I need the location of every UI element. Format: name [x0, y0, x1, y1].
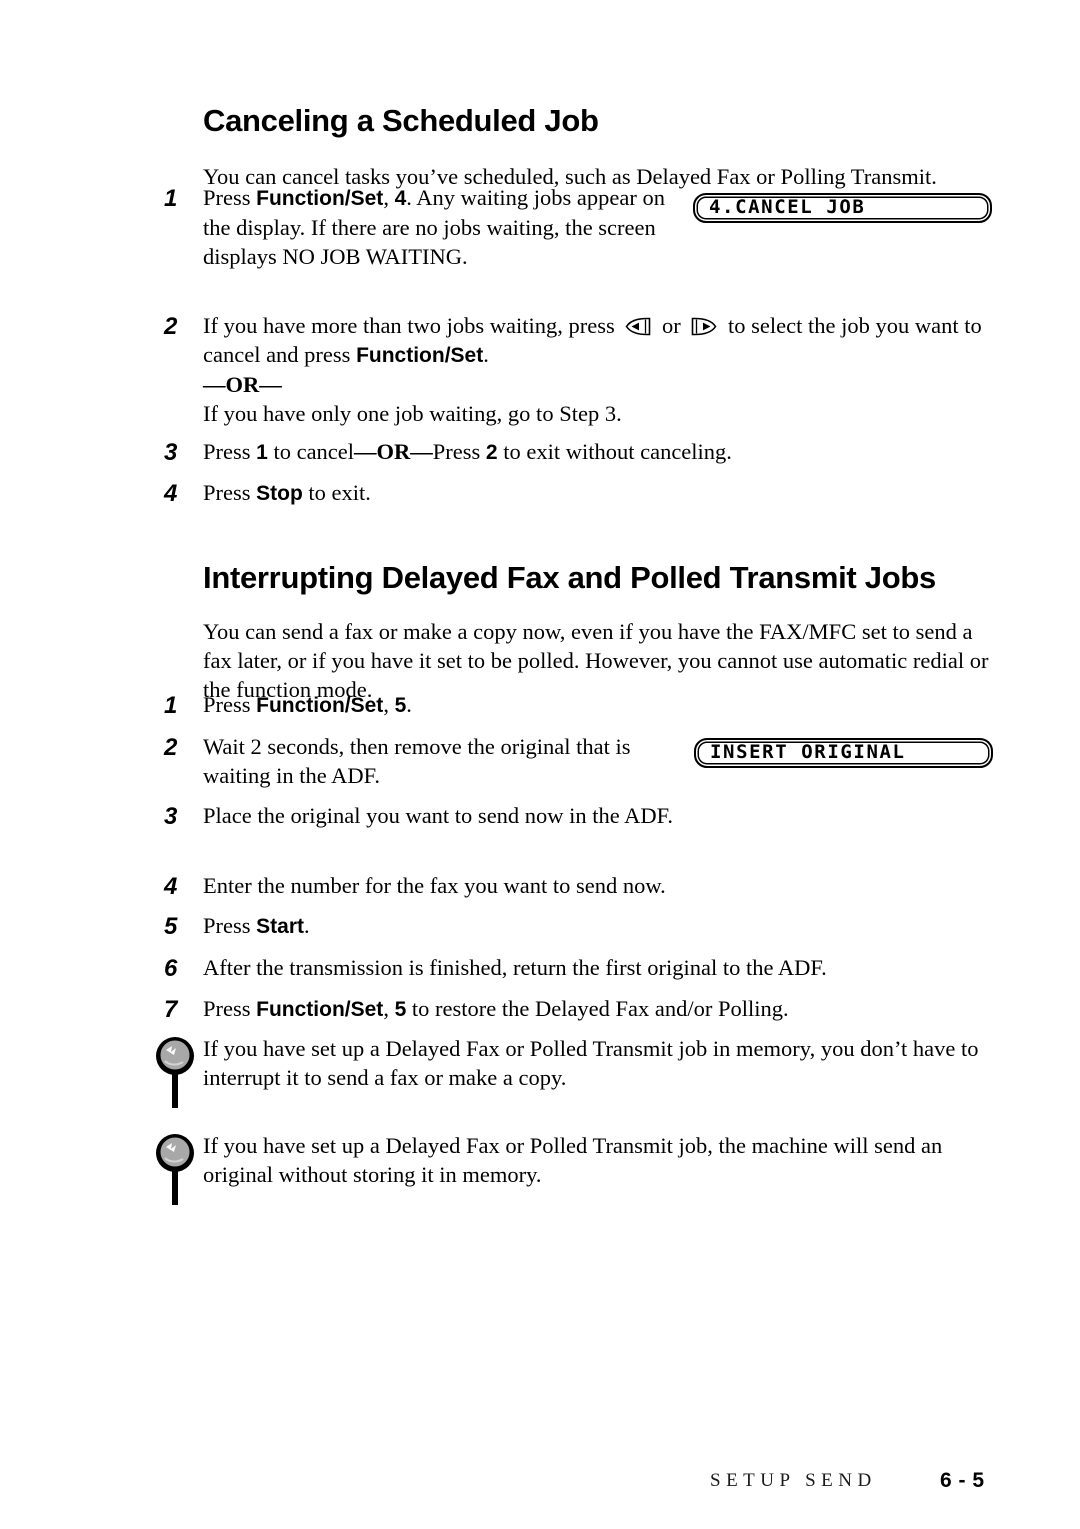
step-item: 7 Press Function/Set, 5 to restore the D…	[164, 994, 994, 1024]
step-text-part: ,	[383, 692, 395, 717]
step-number: 4	[164, 480, 178, 507]
step-text-part: or	[656, 313, 687, 338]
step-text: Press Start.	[203, 911, 994, 941]
section-heading-interrupting-delayed-fax: Interrupting Delayed Fax and Polled Tran…	[203, 559, 936, 595]
step-text-part: ,	[383, 185, 395, 210]
document-page: Canceling a Scheduled Job You can cancel…	[0, 0, 1080, 1529]
key-label-start: Start	[256, 915, 304, 938]
step-text: Enter the number for the fax you want to…	[203, 873, 666, 898]
step-text-part: Press	[432, 439, 486, 464]
step-number: 5	[164, 913, 178, 940]
arrow-left-key-icon	[623, 317, 653, 336]
key-label-4: 4	[394, 187, 407, 210]
step-text: Press Stop to exit.	[203, 478, 994, 508]
step-text-part: Press	[203, 185, 257, 210]
step-text: If you have more than two jobs waiting, …	[203, 311, 994, 428]
lcd-display-insert-original: INSERT ORIGINAL	[694, 738, 993, 768]
step-text-part: to exit.	[302, 480, 371, 505]
step-item: 3 Place the original you want to send no…	[164, 801, 994, 830]
step-number: 1	[164, 692, 178, 719]
step-text-part: Press	[203, 996, 257, 1021]
arrow-right-key-icon	[689, 317, 719, 336]
step-text-part: to exit without canceling.	[497, 439, 732, 464]
step-text: Press Function/Set, 4. Any waiting jobs …	[203, 183, 673, 271]
key-label-5: 5	[394, 998, 407, 1021]
step-item: 4 Press Stop to exit.	[164, 478, 994, 508]
step-text: Press Function/Set, 5.	[203, 690, 994, 720]
key-label-5: 5	[394, 694, 407, 717]
step-text-part: ,	[383, 996, 395, 1021]
key-label-function-set: Function/Set	[256, 187, 384, 210]
step-number: 6	[164, 955, 178, 982]
step-text-part: Press	[203, 480, 257, 505]
note-text: If you have set up a Delayed Fax or Poll…	[203, 1036, 979, 1090]
step-text: Press Function/Set, 5 to restore the Del…	[203, 994, 994, 1024]
step-number: 1	[164, 185, 178, 212]
step-text: Wait 2 seconds, then remove the original…	[203, 734, 631, 788]
or-separator-inline: —OR—	[354, 439, 433, 464]
section-heading-canceling-scheduled-job: Canceling a Scheduled Job	[203, 102, 599, 138]
step-text-part: to restore the Delayed Fax and/or Pollin…	[406, 996, 789, 1021]
step-number: 2	[164, 313, 178, 340]
step-item: 4 Enter the number for the fax you want …	[164, 871, 994, 900]
step-text-part: to cancel	[267, 439, 355, 464]
step-number: 3	[164, 803, 178, 830]
key-label-2: 2	[485, 441, 498, 464]
footer-chapter-label: SETUP SEND	[710, 1470, 877, 1491]
step-number: 7	[164, 996, 178, 1023]
page-footer: SETUP SEND 6 - 5	[0, 1469, 1080, 1500]
step-text: After the transmission is finished, retu…	[203, 955, 827, 980]
note-block: If you have set up a Delayed Fax or Poll…	[155, 1131, 995, 1205]
or-separator: —OR—	[203, 372, 282, 397]
step-text-part: If you have more than two jobs waiting, …	[203, 313, 621, 338]
step-text-part: .	[304, 913, 310, 938]
lcd-display-cancel-job: 4.CANCEL JOB	[693, 193, 992, 223]
step-text-part: Press	[203, 439, 257, 464]
step-item: 6 After the transmission is finished, re…	[164, 953, 994, 982]
step-text-part: Press	[203, 913, 257, 938]
note-pin-icon	[155, 1034, 195, 1110]
key-label-function-set: Function/Set	[356, 344, 484, 367]
step-number: 4	[164, 873, 178, 900]
step-number: 3	[164, 439, 178, 466]
footer-page-number: 6 - 5	[940, 1469, 985, 1492]
step-item: 1 Press Function/Set, 5.	[164, 690, 994, 720]
step-item: 3 Press 1 to cancel—OR—Press 2 to exit w…	[164, 437, 994, 467]
note-text: If you have set up a Delayed Fax or Poll…	[203, 1133, 943, 1187]
note-pin-icon	[155, 1131, 195, 1207]
key-label-1: 1	[256, 441, 268, 464]
step-text-part: Press	[203, 692, 257, 717]
step-text-part: .	[483, 342, 489, 367]
step-text: Place the original you want to send now …	[203, 803, 674, 828]
step-alt-text: If you have only one job waiting, go to …	[203, 401, 622, 426]
key-label-function-set: Function/Set	[256, 998, 384, 1021]
step-item: 2 If you have more than two jobs waiting…	[164, 311, 994, 428]
note-block: If you have set up a Delayed Fax or Poll…	[155, 1034, 995, 1108]
step-item: 5 Press Start.	[164, 911, 994, 941]
key-label-function-set: Function/Set	[256, 694, 384, 717]
key-label-stop: Stop	[256, 482, 303, 505]
step-number: 2	[164, 734, 178, 761]
step-text-part: .	[406, 692, 412, 717]
step-text: Press 1 to cancel—OR—Press 2 to exit wit…	[203, 437, 994, 467]
